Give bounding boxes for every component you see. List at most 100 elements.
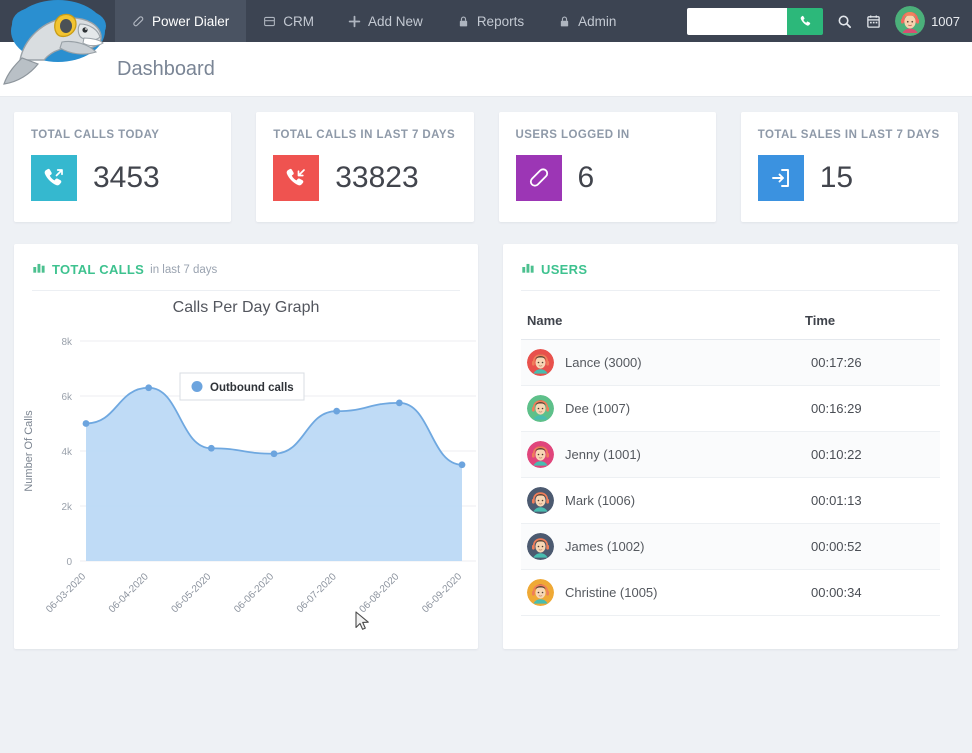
nav-tab-admin[interactable]: Admin (541, 0, 633, 42)
incoming-call-icon (273, 155, 319, 201)
table-row[interactable]: Christine (1005) 00:00:34 (521, 570, 940, 616)
nav-tab-reports[interactable]: Reports (440, 0, 541, 42)
chart-data-point[interactable] (83, 420, 90, 427)
users-table-body: Lance (3000)00:17:26Dee (1007)00:16:29Je… (521, 340, 940, 616)
nav-tab-crm[interactable]: CRM (246, 0, 331, 42)
y-axis-tick-label: 8k (61, 337, 73, 348)
user-time-cell: 00:00:52 (805, 524, 940, 570)
panels-row: TOTAL CALLS in last 7 days Calls Per Day… (14, 244, 958, 649)
chart-legend-marker (192, 381, 203, 392)
x-axis-tick-label: 06-05-2020 (170, 571, 214, 615)
nav-tab-label: Admin (578, 14, 616, 29)
y-axis-tick-label: 6k (61, 392, 73, 403)
x-axis-tick-label: 06-06-2020 (232, 571, 276, 615)
table-row[interactable]: Mark (1006)00:01:13 (521, 478, 940, 524)
column-header-time: Time (805, 313, 940, 340)
phone-handset-icon (132, 15, 145, 28)
user-name-group: Mark (1006) (527, 487, 799, 514)
user-name-cell: Christine (1005) (521, 570, 805, 616)
calendar-icon[interactable] (866, 14, 881, 29)
table-header-row: Name Time (521, 313, 940, 340)
chart-data-point[interactable] (208, 445, 215, 452)
user-name-group: Lance (3000) (527, 349, 799, 376)
user-name-label: James (1002) (565, 539, 644, 554)
user-menu[interactable]: 1007 (895, 6, 960, 36)
stat-card-value: 33823 (335, 161, 418, 195)
stat-card-label: TOTAL SALES IN LAST 7 DAYS (758, 129, 941, 141)
y-axis-tick-label: 0 (66, 557, 72, 568)
stat-card-value: 15 (820, 161, 853, 195)
stat-card-total-calls-today: TOTAL CALLS TODAY 3453 (14, 112, 231, 222)
user-name-cell: Lance (3000) (521, 340, 805, 386)
chart-title: Calls Per Day Graph (14, 299, 478, 317)
user-time-cell: 00:00:34 (805, 570, 940, 616)
chart-canvas[interactable]: 02k4k6k8kNumber Of Calls06-03-202006-04-… (14, 291, 478, 651)
chart-area-fill (86, 388, 462, 561)
table-row[interactable]: James (1002) 00:00:52 (521, 524, 940, 570)
search-icon[interactable] (837, 14, 852, 29)
call-button[interactable] (787, 8, 823, 35)
user-name-group: Jenny (1001) (527, 441, 799, 468)
database-icon (263, 15, 276, 28)
avatar (527, 487, 554, 514)
table-row[interactable]: Dee (1007)00:16:29 (521, 386, 940, 432)
plus-icon (348, 15, 361, 28)
chart-data-point[interactable] (145, 384, 152, 391)
chart-legend-label: Outbound calls (210, 382, 294, 394)
avatar (527, 579, 554, 606)
stat-card-label: TOTAL CALLS IN LAST 7 DAYS (273, 129, 456, 141)
user-name-label: Mark (1006) (565, 493, 635, 508)
table-row[interactable]: Lance (3000) 00:17:26 (521, 340, 940, 386)
mouse-cursor (355, 611, 371, 633)
panel-title: TOTAL CALLS (52, 262, 144, 277)
nav-tab-power-dialer[interactable]: Power Dialer (115, 0, 246, 42)
users-table: Name Time Lance (3000)00:17:26Dee (1007)… (521, 313, 940, 616)
total-calls-panel: TOTAL CALLS in last 7 days Calls Per Day… (14, 244, 478, 649)
stat-card-label: TOTAL CALLS TODAY (31, 129, 214, 141)
user-time-cell: 00:17:26 (805, 340, 940, 386)
nav-tabs: Power Dialer CRM Add New Reports Admin (115, 0, 633, 42)
nav-tab-label: Add New (368, 14, 423, 29)
stat-card-value: 6 (578, 161, 595, 195)
users-table-wrapper: Name Time Lance (3000)00:17:26Dee (1007)… (503, 291, 958, 616)
x-axis-tick-label: 06-08-2020 (358, 571, 402, 615)
nav-tab-add-new[interactable]: Add New (331, 0, 440, 42)
user-time-cell: 00:10:22 (805, 432, 940, 478)
page-title: Dashboard (117, 58, 215, 81)
panel-subtitle: in last 7 days (150, 264, 217, 276)
logo-slot (0, 0, 115, 42)
column-header-name: Name (521, 313, 805, 340)
user-name-label: Christine (1005) (565, 585, 658, 600)
login-arrow-icon (758, 155, 804, 201)
y-axis-tick-label: 4k (61, 447, 73, 458)
nav-tab-label: Reports (477, 14, 524, 29)
stat-card-users-logged-in: USERS LOGGED IN 6 (499, 112, 716, 222)
top-navigation-bar: Power Dialer CRM Add New Reports Admin (0, 0, 972, 42)
avatar (527, 395, 554, 422)
chart-data-point[interactable] (459, 461, 466, 468)
calls-per-day-chart: Calls Per Day Graph 02k4k6k8kNumber Of C… (14, 291, 478, 651)
avatar (527, 349, 554, 376)
main-content: TOTAL CALLS TODAY 3453 TOTAL CALLS IN LA… (0, 97, 972, 649)
user-name-label: Lance (3000) (565, 355, 642, 370)
users-panel: USERS Name Time Lance (3000)00:17:26Dee … (503, 244, 958, 649)
nav-right-group: 1007 (687, 0, 972, 42)
page-title-bar: Dashboard (0, 42, 972, 97)
table-row[interactable]: Jenny (1001)00:10:22 (521, 432, 940, 478)
chart-data-point[interactable] (396, 399, 403, 406)
lock-icon (558, 15, 571, 28)
chart-data-point[interactable] (271, 450, 278, 457)
dial-search-group (687, 8, 823, 35)
bar-chart-icon (521, 260, 535, 279)
outgoing-call-icon (31, 155, 77, 201)
stat-card-label: USERS LOGGED IN (516, 129, 699, 141)
stat-card-value: 3453 (93, 161, 160, 195)
dial-input[interactable] (687, 8, 787, 35)
stat-card-total-calls-7-days: TOTAL CALLS IN LAST 7 DAYS 33823 (256, 112, 473, 222)
stat-card-total-sales-7-days: TOTAL SALES IN LAST 7 DAYS 15 (741, 112, 958, 222)
avatar (527, 441, 554, 468)
user-name-cell: James (1002) (521, 524, 805, 570)
lock-icon (457, 15, 470, 28)
chart-data-point[interactable] (333, 408, 340, 415)
user-name-label: Dee (1007) (565, 401, 630, 416)
